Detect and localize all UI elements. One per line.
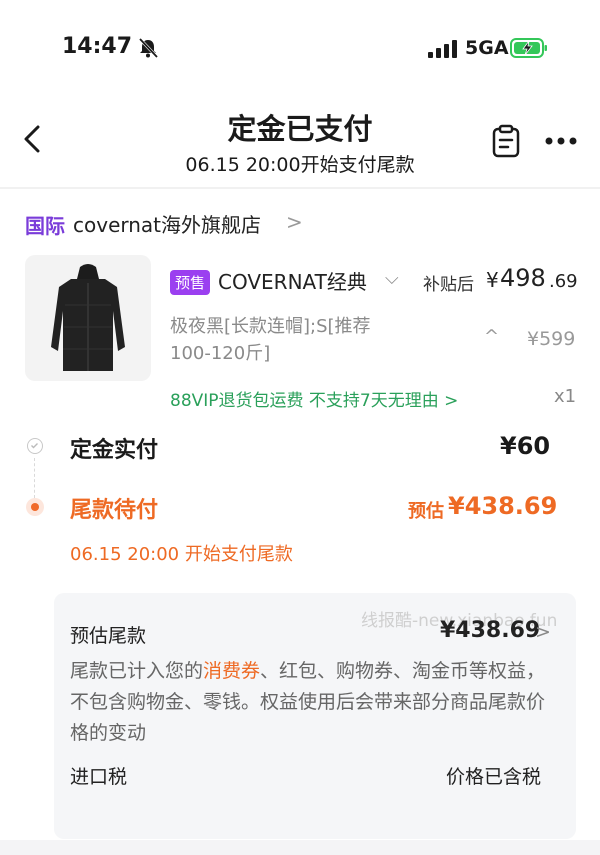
balance-amount: ¥438.69 (448, 492, 558, 520)
pending-dot-icon (26, 498, 44, 516)
price-decimal: .69 (549, 271, 578, 292)
header-divider (0, 187, 600, 189)
product-thumbnail[interactable] (25, 255, 151, 381)
product-title[interactable]: COVERNAT经典 (218, 266, 378, 295)
estimated-balance-title: 预估尾款 (70, 625, 147, 647)
bell-muted-icon (138, 37, 159, 59)
step-connector (34, 458, 36, 498)
more-icon[interactable] (544, 136, 578, 146)
chevron-down-icon[interactable]: ⌵ (385, 268, 399, 289)
store-chevron-icon[interactable]: > (286, 210, 303, 234)
estimated-balance-amount[interactable]: ¥438.69 (440, 618, 540, 643)
presale-badge: 预售 (170, 270, 211, 295)
balance-description: 尾款已计入您的消费券、红包、购物券、淘金币等权益，不包含购物金、零钱。权益使用后… (70, 656, 560, 749)
import-tax-value: 价格已含税 (446, 766, 542, 788)
service-tags-link[interactable]: 88VIP退货包运费 不支持7天无理由 > (170, 386, 458, 411)
quantity: x1 (554, 386, 577, 407)
deposit-amount: ¥60 (500, 432, 551, 460)
import-tax-label: 进口税 (70, 766, 128, 788)
desc-pre: 尾款已计入您的 (70, 660, 204, 682)
signal-icon (428, 40, 457, 58)
network-type: 5GA (465, 37, 509, 59)
clipboard-icon[interactable] (490, 124, 522, 158)
coupon-highlight: 消费券 (203, 660, 261, 682)
bottom-section-edge (0, 840, 600, 855)
store-name-link[interactable]: covernat海外旗舰店 (73, 209, 261, 238)
balance-start-note: 06.15 20:00 开始支付尾款 (70, 544, 293, 565)
price-integer: 498 (500, 264, 546, 292)
estimate-label: 预估 (408, 501, 444, 522)
caret-up-icon: ^ (484, 326, 500, 347)
chevron-right-icon[interactable]: > (535, 621, 551, 643)
deposit-label: 定金实付 (70, 438, 159, 463)
subsidy-label: 补贴后 (423, 275, 474, 295)
down-jacket-image (51, 264, 125, 371)
product-spec[interactable]: 极夜黑[长款连帽];S[推荐100-120斤] (170, 313, 410, 367)
battery-charging-icon (510, 38, 547, 58)
check-circle-icon (27, 438, 43, 454)
original-price: ¥599 (527, 328, 576, 350)
balance-label: 尾款待付 (70, 498, 159, 523)
status-time: 14:47 (62, 34, 133, 59)
store-tag: 国际 (25, 214, 65, 238)
price-currency: ¥ (486, 268, 499, 292)
